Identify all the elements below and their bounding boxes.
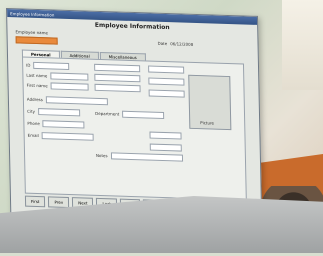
phone-input[interactable] [42, 120, 85, 129]
field-row-col2a [94, 63, 141, 73]
lastname-input[interactable] [50, 72, 89, 81]
field-row-col2c [94, 83, 141, 93]
col3-input-5[interactable] [149, 143, 182, 152]
header-left-row: Employee name [15, 29, 48, 35]
email-label: Email [27, 132, 39, 139]
dept-label: Department [95, 110, 120, 117]
firstname-input[interactable] [50, 82, 89, 91]
header-right-row: Date 06/12/2008 [158, 41, 194, 47]
col2-input-2[interactable] [94, 73, 141, 83]
phone-label: Phone [27, 120, 40, 127]
prev-button[interactable]: Prev [48, 196, 70, 209]
col3-input-2[interactable] [148, 77, 185, 86]
field-row-col2b [94, 73, 141, 83]
col3-input-1[interactable] [148, 65, 185, 74]
field-row-id: ID [26, 61, 70, 71]
background-lamp [282, 0, 323, 90]
city-label: City [27, 108, 36, 114]
col3-input-4[interactable] [149, 131, 182, 140]
date-value: 06/12/2008 [170, 41, 194, 47]
date-label: Date [157, 40, 168, 47]
firstname-label: First name [26, 82, 48, 89]
city-input[interactable] [37, 108, 81, 117]
employee-name-label: Employee name [15, 29, 48, 36]
window-title: Employee Information [10, 10, 55, 18]
col2-input-3[interactable] [94, 83, 141, 93]
field-row-col3a [148, 65, 185, 74]
notes-label: Notes [95, 152, 108, 159]
first-button[interactable]: First [24, 195, 46, 208]
header-input-row [15, 36, 58, 45]
field-row-col3c [148, 89, 185, 98]
photo-label: Picture [200, 120, 215, 126]
field-row-col3b [148, 77, 185, 86]
col2-input-1[interactable] [94, 63, 141, 73]
id-input[interactable] [33, 61, 70, 71]
dept-input[interactable] [122, 110, 165, 120]
lastname-label: Last name [26, 72, 48, 79]
employee-photo-box[interactable]: Picture [188, 74, 232, 131]
employee-name-field[interactable] [15, 36, 58, 45]
field-row-col3d [149, 131, 182, 140]
field-row-col3e [149, 143, 182, 152]
id-label: ID [26, 62, 31, 68]
col3-input-3[interactable] [148, 89, 185, 98]
address-label: Address [26, 96, 43, 103]
